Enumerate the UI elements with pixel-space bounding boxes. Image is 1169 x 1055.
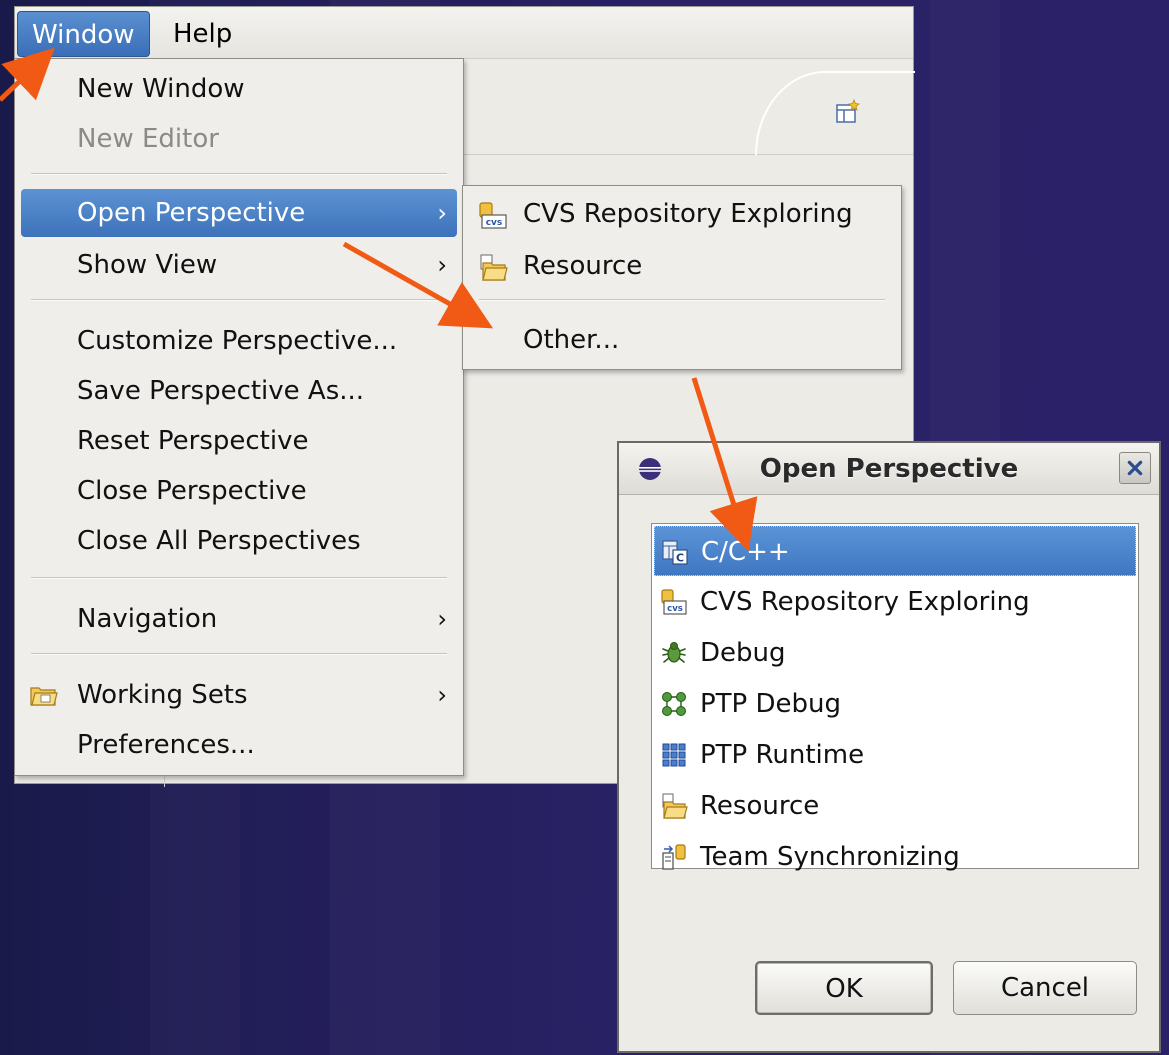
cvs-repository-icon: cvs: [479, 202, 507, 229]
list-item-resource[interactable]: Resource: [654, 781, 1136, 831]
submenu-arrow-icon: ›: [437, 605, 447, 633]
menu-item-reset-perspective[interactable]: Reset Perspective: [15, 417, 463, 465]
dialog-title-bar: Open Perspective: [619, 443, 1159, 495]
menu-help-label: Help: [173, 19, 233, 49]
submenu-arrow-icon: ›: [437, 681, 447, 709]
ok-button[interactable]: OK: [755, 961, 933, 1015]
ptp-debug-icon: [662, 692, 686, 716]
resource-folder-icon: [662, 793, 688, 819]
menu-item-label: Preferences...: [77, 730, 255, 760]
menu-item-customize-perspective[interactable]: Customize Perspective...: [15, 317, 463, 365]
menu-separator: [31, 173, 447, 175]
list-item-label: Resource: [700, 791, 820, 821]
menu-item-working-sets[interactable]: Working Sets ›: [15, 671, 463, 719]
list-item-label: CVS Repository Exploring: [700, 587, 1030, 617]
submenu-arrow-icon: ›: [437, 251, 447, 279]
menu-item-new-editor: New Editor: [15, 115, 463, 163]
close-icon: [1127, 460, 1143, 476]
open-perspective-icon[interactable]: [835, 99, 861, 125]
menu-item-label: Reset Perspective: [77, 426, 309, 456]
svg-text:cvs: cvs: [486, 218, 503, 228]
menu-item-label: Close All Perspectives: [77, 526, 361, 556]
list-item-label: Debug: [700, 638, 786, 668]
perspective-list[interactable]: C C/C++ cvs CVS Repository Exploring Deb…: [651, 523, 1139, 872]
menu-item-label: Resource: [523, 251, 643, 281]
list-item-debug[interactable]: Debug: [654, 628, 1136, 678]
menu-item-label: New Window: [77, 74, 245, 104]
menu-window-label: Window: [32, 20, 135, 50]
menu-item-label: CVS Repository Exploring: [523, 199, 853, 229]
cpp-perspective-icon: C: [662, 540, 688, 565]
svg-text:cvs: cvs: [667, 604, 683, 614]
svg-text:C: C: [676, 552, 684, 565]
open-perspective-submenu: cvs CVS Repository Exploring Resource Ot…: [462, 185, 902, 370]
menu-item-new-window[interactable]: New Window: [15, 65, 463, 113]
submenu-item-resource[interactable]: Resource: [463, 242, 901, 290]
debug-bug-icon: [662, 642, 686, 663]
list-item-label: C/C++: [701, 537, 790, 567]
resource-folder-icon: [480, 254, 508, 281]
menu-item-label: New Editor: [77, 124, 219, 154]
open-perspective-dialog: Open Perspective C C/C++ cvs CVS Reposit…: [617, 441, 1161, 1053]
menu-item-label: Close Perspective: [77, 476, 307, 506]
dialog-title: Open Perspective: [759, 454, 1019, 484]
menu-item-preferences[interactable]: Preferences...: [15, 721, 463, 769]
menu-separator: [479, 299, 885, 301]
dialog-close-button[interactable]: [1119, 452, 1151, 484]
menu-item-label: Save Perspective As...: [77, 376, 365, 406]
cancel-button[interactable]: Cancel: [953, 961, 1137, 1015]
list-item-label: Team Synchronizing: [700, 842, 960, 872]
list-item-cpp[interactable]: C C/C++: [654, 526, 1136, 576]
menu-item-open-perspective[interactable]: Open Perspective ›: [21, 189, 457, 237]
ptp-runtime-icon: [662, 743, 686, 767]
list-item-cvs[interactable]: cvs CVS Repository Exploring: [654, 577, 1136, 627]
menu-item-label: Show View: [77, 250, 218, 280]
menu-separator: [31, 653, 447, 655]
menu-bar: Window Help: [15, 7, 913, 59]
list-item-label: PTP Runtime: [700, 740, 865, 770]
menu-item-save-perspective-as[interactable]: Save Perspective As...: [15, 367, 463, 415]
window-menu: New Window New Editor Open Perspective ›…: [14, 58, 464, 776]
list-item-label: PTP Debug: [700, 689, 842, 719]
list-item-ptp-runtime[interactable]: PTP Runtime: [654, 730, 1136, 780]
menu-help[interactable]: Help: [159, 11, 246, 57]
list-item-team-synchronizing[interactable]: Team Synchronizing: [654, 832, 1136, 882]
list-item-ptp-debug[interactable]: PTP Debug: [654, 679, 1136, 729]
submenu-arrow-icon: ›: [437, 199, 447, 227]
menu-item-label: Other...: [523, 325, 620, 355]
working-sets-icon: [30, 687, 58, 706]
menu-item-close-perspective[interactable]: Close Perspective: [15, 467, 463, 515]
menu-separator: [31, 577, 447, 579]
submenu-item-other[interactable]: Other...: [463, 316, 901, 364]
menu-item-navigation[interactable]: Navigation ›: [15, 595, 463, 643]
menu-item-label: Open Perspective: [77, 198, 306, 228]
team-sync-icon: [662, 844, 686, 870]
menu-item-label: Navigation: [77, 604, 218, 634]
submenu-item-cvs[interactable]: cvs CVS Repository Exploring: [463, 190, 901, 238]
menu-item-label: Working Sets: [77, 680, 248, 710]
cvs-repository-icon: cvs: [661, 589, 687, 615]
menu-item-close-all-perspectives[interactable]: Close All Perspectives: [15, 517, 463, 565]
menu-window[interactable]: Window: [17, 11, 150, 57]
menu-item-label: Customize Perspective...: [77, 326, 398, 356]
menu-separator: [31, 299, 447, 301]
menu-item-show-view[interactable]: Show View ›: [15, 241, 463, 289]
